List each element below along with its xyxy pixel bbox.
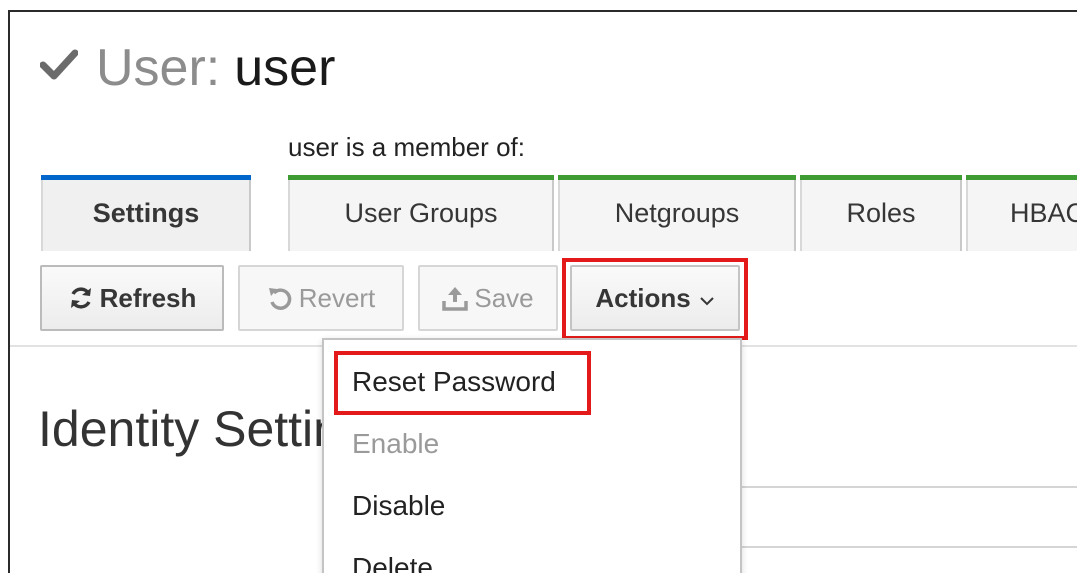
menu-item-enable: Enable	[352, 428, 440, 459]
page-title-prefix: User:	[96, 39, 221, 97]
refresh-icon	[68, 285, 94, 311]
save-label: Save	[474, 282, 534, 313]
tab-roles[interactable]: Roles	[800, 175, 962, 251]
page-title-user: user	[234, 39, 336, 97]
tab-netgroups[interactable]: Netgroups	[558, 175, 796, 251]
reset-password-highlight-box	[334, 351, 591, 415]
refresh-button[interactable]: Refresh	[40, 265, 224, 331]
actions-highlight-box	[562, 258, 748, 340]
upload-icon	[442, 285, 469, 311]
refresh-label: Refresh	[99, 282, 197, 313]
tab-hbac[interactable]: HBAC	[966, 175, 1077, 251]
revert-button[interactable]: Revert	[238, 265, 404, 331]
revert-label: Revert	[298, 282, 376, 313]
menu-item-disable[interactable]: Disable	[352, 490, 445, 522]
undo-icon	[267, 285, 293, 311]
form-field-border	[742, 546, 1077, 548]
tab-settings[interactable]: Settings	[41, 175, 251, 251]
check-icon	[40, 49, 78, 80]
save-button[interactable]: Save	[418, 265, 558, 331]
tab-user-groups[interactable]: User Groups	[288, 175, 554, 251]
page-title: User: user	[96, 36, 335, 100]
member-of-label: user is a member of:	[288, 132, 525, 162]
menu-item-delete[interactable]: Delete	[352, 552, 433, 573]
app-frame: User: user user is a member of: Settings …	[8, 10, 1077, 573]
form-field-border	[742, 486, 1077, 488]
